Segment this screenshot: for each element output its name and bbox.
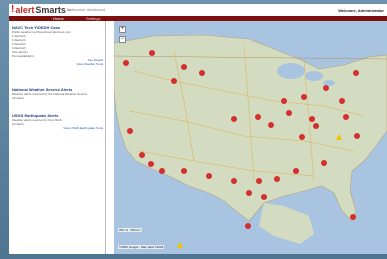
alert-marker[interactable] [274,176,280,182]
alert-marker[interactable] [245,223,251,229]
alert-marker[interactable] [256,178,262,184]
alert-marker[interactable] [255,114,261,120]
alert-marker[interactable] [313,123,319,129]
map-scale: 200 mi · 500 km [118,228,142,232]
welcome-text: Welcome, Administrator [338,8,384,13]
panel-nws: National Weather Service Alerts Weather … [12,87,103,100]
us-map-graphic [114,21,387,254]
alert-marker[interactable] [286,110,292,116]
alert-marker[interactable] [309,116,315,122]
alert-marker[interactable] [246,190,252,196]
alertsmarts-logo[interactable]: ! alert Smarts ™ [11,4,71,16]
great-lakes [277,63,305,79]
alert-marker[interactable] [323,85,329,91]
sidebar: NAVC Tech Y/DEDH Cass Public weather-vs … [9,21,106,254]
alert-marker[interactable] [148,161,154,167]
alert-marker[interactable] [299,134,305,140]
alert-marker[interactable] [199,70,205,76]
alert-marker[interactable] [321,160,327,166]
alert-marker[interactable] [206,173,212,179]
panel-usgs: USGS Earthquake Alerts Weather alerts re… [12,113,103,130]
alert-marker[interactable] [261,194,267,200]
product-label: Enterprise dashboard [67,7,106,12]
weather-tools-link[interactable]: View Weather Tools [12,62,103,66]
app-window: ! alert Smarts ™ Enterprise dashboard We… [9,4,387,254]
panel-line: (5) alerts [12,96,24,100]
alert-marker[interactable] [139,152,145,158]
alert-marker[interactable] [123,60,129,66]
usgs-tools-link[interactable]: View USGS Earthquake Tools [12,126,103,130]
zoom-in-button[interactable]: + [119,26,126,33]
alert-marker[interactable] [301,94,307,100]
alert-marker[interactable] [181,64,187,70]
logo-smarts-text: Smarts [35,5,66,15]
panel-navc: NAVC Tech Y/DEDH Cass Public weather-vs … [12,25,103,66]
map-view[interactable]: + − 200 mi · 500 km ©2009 Google - Map d… [114,21,387,254]
zoom-control: + − [119,26,127,46]
alert-marker[interactable] [149,50,155,56]
earthquake-warning-icon[interactable] [336,134,342,140]
alert-marker[interactable] [350,214,356,220]
alert-marker[interactable] [343,114,349,120]
great-lakes [323,80,335,86]
zoom-out-button[interactable]: − [119,36,126,43]
alert-marker[interactable] [231,178,237,184]
logo-alert-text: alert [15,5,35,15]
top-bar: ! alert Smarts ™ Enterprise dashboard We… [9,4,387,16]
logo-bang: ! [11,4,15,15]
alert-marker[interactable] [231,116,237,122]
alert-marker[interactable] [353,70,359,76]
map-copyright: ©2009 Google - Map data ©2009 [118,245,165,249]
alert-marker[interactable] [293,168,299,174]
alert-marker[interactable] [268,122,274,128]
alert-marker[interactable] [171,78,177,84]
alert-marker[interactable] [354,133,360,139]
alert-marker[interactable] [281,98,287,104]
alert-marker[interactable] [127,128,133,134]
great-lakes [305,71,323,81]
alert-marker[interactable] [159,168,165,174]
alert-marker[interactable] [339,98,345,104]
alert-marker[interactable] [181,168,187,174]
earthquake-warning-icon[interactable] [177,242,183,248]
